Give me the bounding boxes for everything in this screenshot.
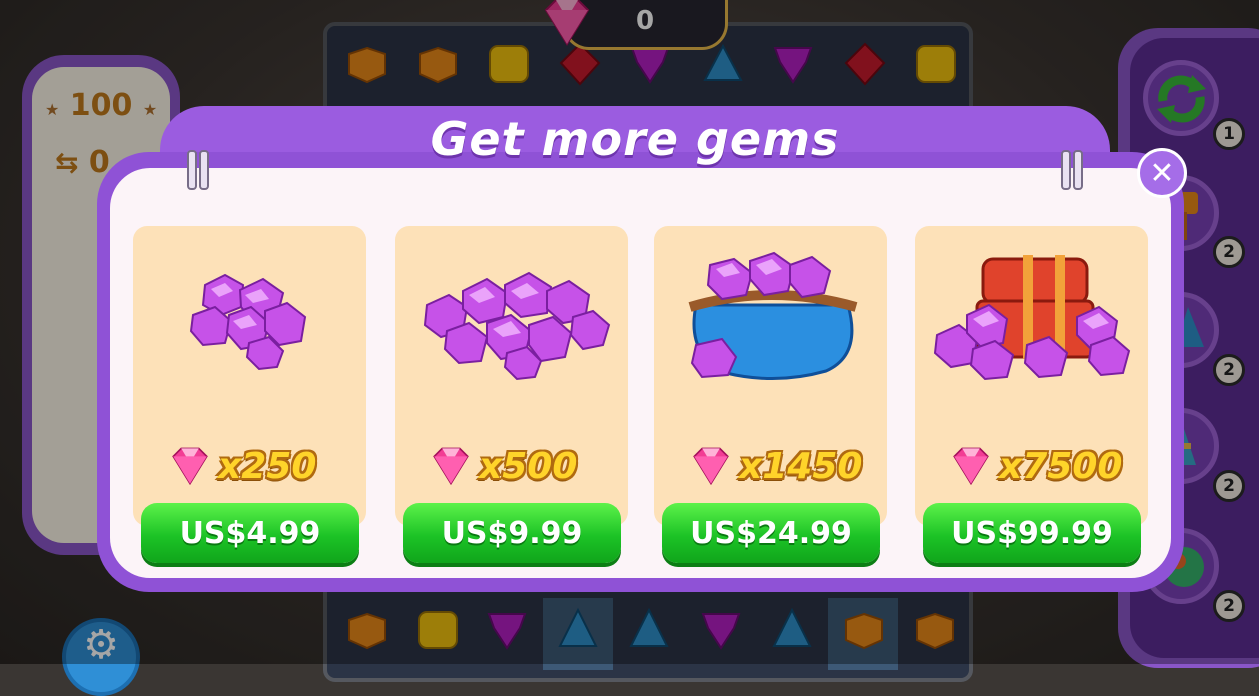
offer-quantity: x250	[162, 442, 316, 490]
close-button[interactable]: ✕	[1137, 148, 1187, 198]
pink-gem-icon	[433, 447, 469, 486]
gem-chest-icon	[933, 255, 1131, 381]
pink-gem-icon	[693, 447, 729, 486]
buy-button-250[interactable]: US$4.99	[141, 503, 359, 563]
close-icon: ✕	[1149, 155, 1175, 191]
buy-button-1450[interactable]: US$24.99	[662, 503, 880, 563]
offer-quantity: x7500	[943, 442, 1122, 490]
dialog-title: Get more gems	[430, 112, 840, 166]
buy-button-500[interactable]: US$9.99	[403, 503, 621, 563]
offer-quantity-text: x1450	[739, 445, 863, 487]
offer-quantity-text: x500	[479, 445, 578, 487]
clip-icon	[1061, 150, 1085, 190]
offer-quantity-text: x7500	[999, 445, 1123, 487]
clip-icon	[187, 150, 211, 190]
offer-quantity: x1450	[683, 442, 862, 490]
offer-quantity-text: x250	[218, 445, 317, 487]
gem-bag-icon	[688, 251, 858, 381]
buy-button-7500[interactable]: US$99.99	[923, 503, 1141, 563]
pink-gem-icon	[953, 447, 989, 486]
offer-quantity: x500	[423, 442, 577, 490]
pink-gem-icon	[172, 447, 208, 486]
small-gem-pile-icon	[189, 273, 307, 371]
large-gem-pile-icon	[423, 271, 611, 381]
